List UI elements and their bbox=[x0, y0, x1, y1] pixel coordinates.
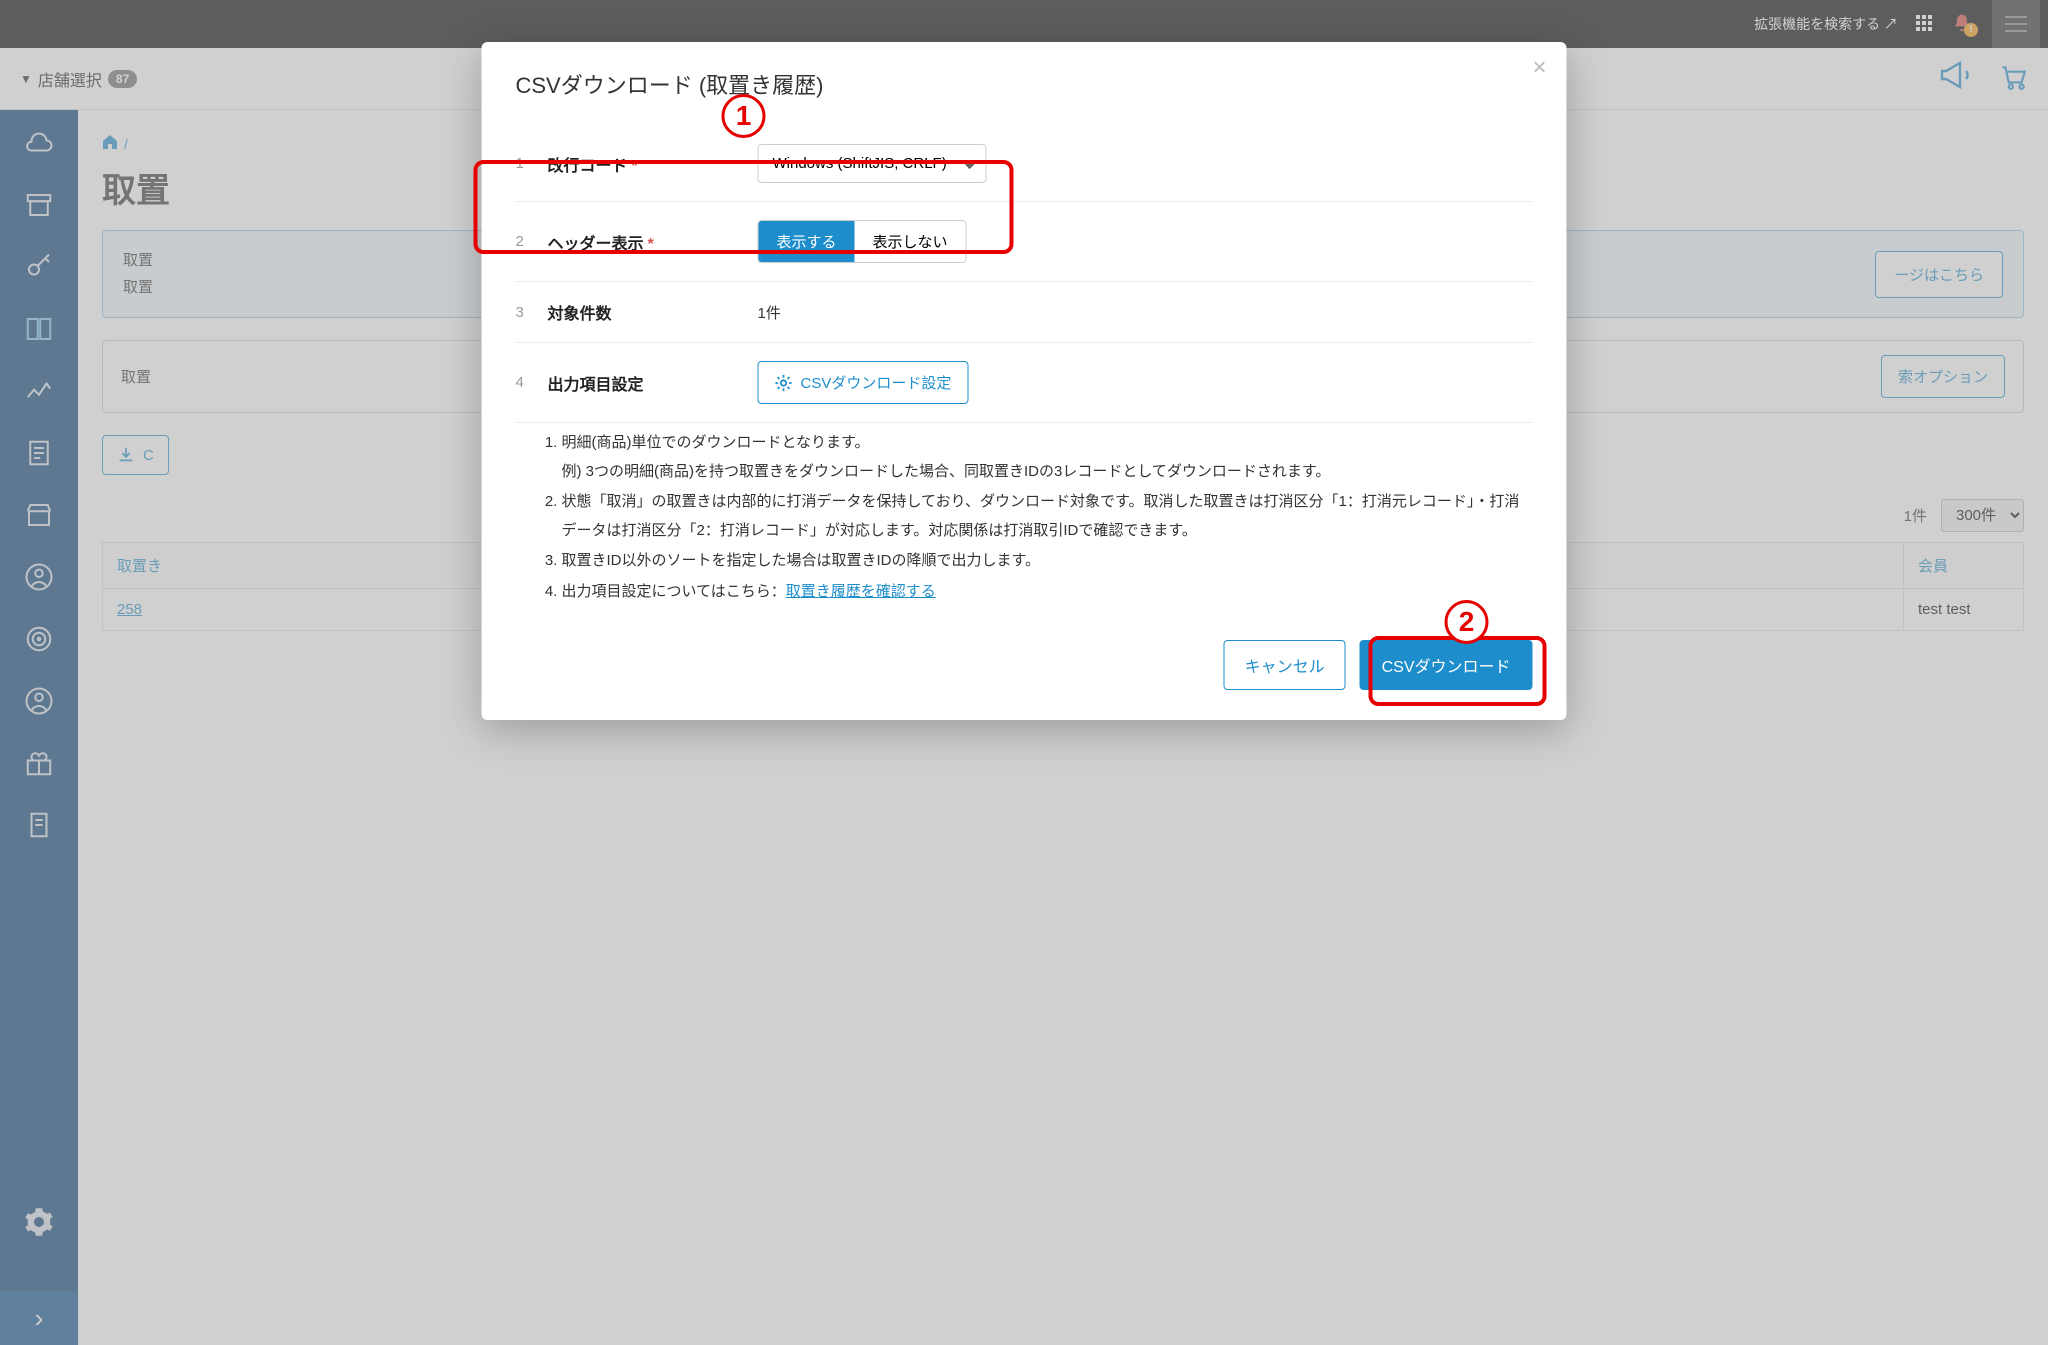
note-item: 明細(商品)単位でのダウンロードとなります。 例) 3つの明細(商品)を持つ取置… bbox=[562, 429, 1533, 486]
modal-title: CSVダウンロード (取置き履歴) bbox=[516, 68, 1533, 100]
csv-download-modal: × CSVダウンロード (取置き履歴) 1 改行コード* Windows (Sh… bbox=[482, 42, 1567, 720]
row-target-count: 3 対象件数 1件 bbox=[516, 281, 1533, 342]
modal-close-button[interactable]: × bbox=[1532, 56, 1546, 80]
row-encoding: 1 改行コード* Windows (ShiftJIS, CRLF) bbox=[516, 126, 1533, 201]
row-header-display: 2 ヘッダー表示* 表示する 表示しない bbox=[516, 201, 1533, 281]
row-num: 4 bbox=[516, 374, 548, 391]
row-label: 出力項目設定 bbox=[548, 371, 758, 395]
note-link[interactable]: 取置き履歴を確認する bbox=[786, 583, 936, 600]
row-label: 対象件数 bbox=[548, 300, 758, 324]
row-num: 1 bbox=[516, 155, 548, 172]
row-output-settings: 4 出力項目設定 CSVダウンロード設定 bbox=[516, 342, 1533, 423]
gear-icon bbox=[775, 374, 793, 392]
seg-show-button[interactable]: 表示する bbox=[759, 221, 855, 262]
row-label: 改行コード* bbox=[548, 152, 758, 176]
row-num: 3 bbox=[516, 304, 548, 321]
encoding-select[interactable]: Windows (ShiftJIS, CRLF) bbox=[758, 144, 987, 183]
seg-hide-button[interactable]: 表示しない bbox=[855, 221, 966, 262]
row-num: 2 bbox=[516, 233, 548, 250]
note-item: 状態「取消」の取置きは内部的に打消データを保持しており、ダウンロード対象です。取… bbox=[562, 488, 1533, 545]
note-item: 出力項目設定についてはこちら：取置き履歴を確認する bbox=[562, 578, 1533, 607]
header-display-segment: 表示する 表示しない bbox=[758, 220, 967, 263]
csv-settings-button[interactable]: CSVダウンロード設定 bbox=[758, 361, 969, 404]
modal-actions: キャンセル CSVダウンロード bbox=[516, 640, 1533, 690]
csv-download-button[interactable]: CSVダウンロード bbox=[1360, 640, 1533, 690]
note-item: 取置きID以外のソートを指定した場合は取置きIDの降順で出力します。 bbox=[562, 547, 1533, 576]
modal-notes: 明細(商品)単位でのダウンロードとなります。 例) 3つの明細(商品)を持つ取置… bbox=[516, 423, 1533, 620]
row-label: ヘッダー表示* bbox=[548, 230, 758, 254]
target-count-value: 1件 bbox=[758, 302, 1533, 323]
cancel-button[interactable]: キャンセル bbox=[1224, 640, 1346, 690]
